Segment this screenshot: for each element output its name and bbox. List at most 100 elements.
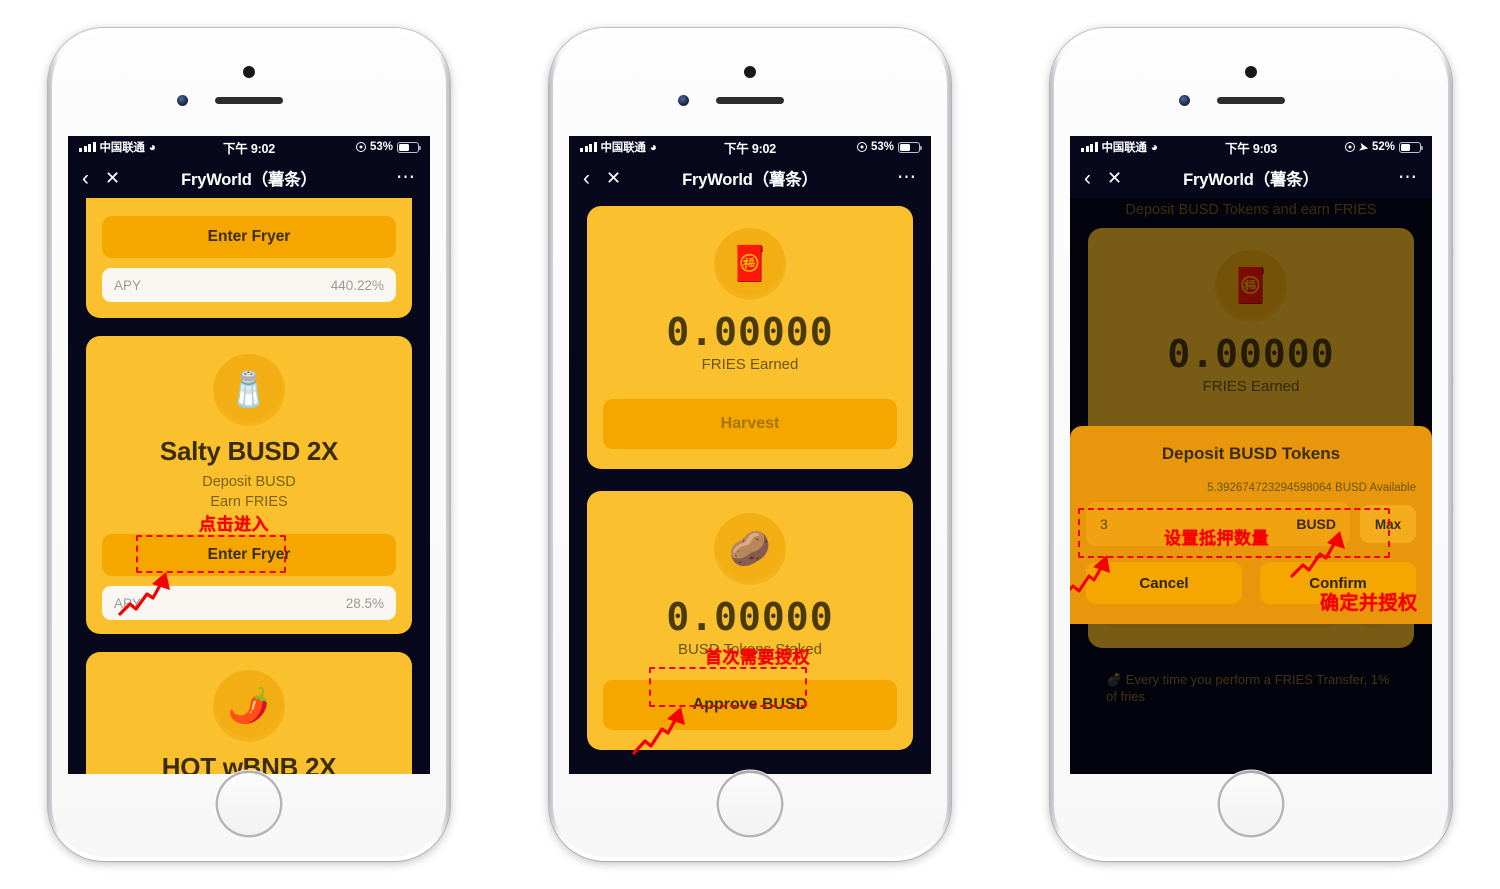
card-fries-earned: 🧧 0.00000 FRIES Earned Harvest xyxy=(587,206,913,469)
wifi-icon: ◕ xyxy=(649,140,657,154)
home-button[interactable] xyxy=(218,773,280,835)
home-button[interactable] xyxy=(719,773,781,835)
apy-bar-top: APY 440.22% xyxy=(102,268,396,302)
busd-staked-amount: 0.00000 xyxy=(666,595,834,639)
battery-icon xyxy=(1399,141,1423,153)
camera-icon xyxy=(1245,66,1257,78)
annotation-enter-fryer: 点击进入 xyxy=(199,515,269,534)
location-arrow-icon: ➤ xyxy=(1357,140,1370,155)
annotation-approve: 首次需要授权 xyxy=(705,648,810,667)
home-button[interactable] xyxy=(1220,773,1282,835)
status-right: 53% xyxy=(355,141,421,153)
phone-3-screen: 中国联通 ◕ 下午 9:03 ➤ 52% ‹ ✕ FryWorld（薯条） ⋯ … xyxy=(1070,136,1432,774)
apy-bar-salty: APY 28.5% xyxy=(102,586,396,621)
alarm-icon xyxy=(1344,142,1355,152)
page-title: FryWorld（薯条） xyxy=(682,171,818,189)
status-left: 中国联通 ◕ xyxy=(580,139,657,155)
phone-2-content: 🧧 0.00000 FRIES Earned Harvest 🥔 0.00000… xyxy=(569,198,931,774)
deposit-amount-value: 3 xyxy=(1100,516,1108,532)
chevron-left-icon[interactable]: ‹ xyxy=(583,168,590,189)
phone-1: 中国联通 ◕ 下午 9:02 53% ‹ ✕ FryWorld（薯条） ⋯ En… xyxy=(48,28,450,861)
status-left: 中国联通 ◕ xyxy=(79,139,156,155)
close-icon[interactable]: ✕ xyxy=(105,169,120,187)
chili-pepper-icon: 🌶️ xyxy=(213,670,285,743)
carrier-label: 中国联通 xyxy=(600,142,646,154)
card-scroll-list[interactable]: 🧧 0.00000 FRIES Earned Harvest 🥔 0.00000… xyxy=(569,198,931,755)
modal-title: Deposit BUSD Tokens xyxy=(1161,444,1341,463)
nav-bar: ‹ ✕ FryWorld（薯条） ⋯ xyxy=(68,158,430,198)
fries-earned-amount: 0.00000 xyxy=(666,310,834,354)
sensor-icon xyxy=(177,95,188,106)
phone-2: 中国联通 ◕ 下午 9:02 53% ‹ ✕ FryWorld（薯条） ⋯ 🧧 … xyxy=(549,28,951,861)
battery-icon xyxy=(898,141,922,153)
card-hot-wbnb: 🌶️ HOT wBNB 2X Deposit WBNB xyxy=(86,652,412,774)
card-partial-top: Enter Fryer APY 440.22% xyxy=(86,198,412,318)
sensor-icon xyxy=(678,95,689,106)
battery-percent: 52% xyxy=(1371,141,1395,153)
approve-busd-button[interactable]: Approve BUSD xyxy=(603,680,897,730)
phone-2-body: 中国联通 ◕ 下午 9:02 53% ‹ ✕ FryWorld（薯条） ⋯ 🧧 … xyxy=(553,32,947,857)
modal-available-balance: 5.392674723294598064 BUSD Available xyxy=(1207,482,1416,494)
enter-fryer-button[interactable]: Enter Fryer xyxy=(102,534,396,577)
phone-3: 中国联通 ◕ 下午 9:03 ➤ 52% ‹ ✕ FryWorld（薯条） ⋯ … xyxy=(1050,28,1452,861)
more-dots-icon[interactable]: ⋯ xyxy=(1398,168,1418,188)
status-right: 53% xyxy=(856,141,922,153)
enter-fryer-button-top[interactable]: Enter Fryer xyxy=(102,216,396,258)
close-icon[interactable]: ✕ xyxy=(606,169,621,187)
signal-bars-icon xyxy=(1081,142,1098,152)
camera-icon xyxy=(243,66,255,78)
speaker-grille xyxy=(716,97,784,104)
max-button[interactable]: Max xyxy=(1360,505,1416,543)
carrier-label: 中国联通 xyxy=(1101,142,1147,154)
nav-bar: ‹ ✕ FryWorld（薯条） ⋯ xyxy=(569,158,931,198)
speaker-grille xyxy=(1217,97,1285,104)
speaker-grille xyxy=(215,97,283,104)
phone-1-screen: 中国联通 ◕ 下午 9:02 53% ‹ ✕ FryWorld（薯条） ⋯ En… xyxy=(68,136,430,774)
page-title: FryWorld（薯条） xyxy=(1183,171,1319,189)
chevron-left-icon[interactable]: ‹ xyxy=(82,168,89,189)
card-title-hot: HOT wBNB 2X xyxy=(161,752,337,774)
fries-earned-label: FRIES Earned xyxy=(701,356,799,373)
salt-shaker-icon: 🧂 xyxy=(213,354,285,426)
deposit-amount-unit: BUSD xyxy=(1296,516,1336,532)
card-sub-line2: Earn FRIES xyxy=(210,493,288,510)
wifi-icon: ◕ xyxy=(148,140,156,154)
battery-percent: 53% xyxy=(870,141,894,153)
close-icon[interactable]: ✕ xyxy=(1107,169,1122,187)
annotation-confirm-authorize: 确定并授权 xyxy=(1320,593,1418,614)
status-bar: 中国联通 ◕ 下午 9:02 53% xyxy=(569,136,931,158)
more-dots-icon[interactable]: ⋯ xyxy=(897,168,917,188)
status-bar: 中国联通 ◕ 下午 9:02 53% xyxy=(68,136,430,158)
camera-icon xyxy=(744,66,756,78)
harvest-button[interactable]: Harvest xyxy=(603,399,897,449)
phone-1-content: Enter Fryer APY 440.22% 🧂 Salty BUSD 2X … xyxy=(68,198,430,774)
carrier-label: 中国联通 xyxy=(99,142,145,154)
annotation-set-amount: 设置抵押数量 xyxy=(1164,529,1269,548)
status-bar: 中国联通 ◕ 下午 9:03 ➤ 52% xyxy=(1070,136,1432,158)
card-title-salty: Salty BUSD 2X xyxy=(159,436,339,466)
phone-3-content: Deposit BUSD Tokens and earn FRIES 🧧 0.0… xyxy=(1070,198,1432,774)
battery-percent: 53% xyxy=(369,141,393,153)
card-scroll-list[interactable]: Enter Fryer APY 440.22% 🧂 Salty BUSD 2X … xyxy=(68,198,430,774)
chevron-left-icon[interactable]: ‹ xyxy=(1084,168,1091,189)
wifi-icon: ◕ xyxy=(1150,140,1158,154)
signal-bars-icon xyxy=(580,142,597,152)
more-dots-icon[interactable]: ⋯ xyxy=(396,168,416,188)
status-left: 中国联通 ◕ xyxy=(1081,139,1158,155)
apy-value-salty: 28.5% xyxy=(345,595,384,611)
apy-label-salty: APY xyxy=(114,595,142,611)
card-subtitle-salty: Deposit BUSD Earn FRIES xyxy=(102,473,396,512)
battery-icon xyxy=(397,141,421,153)
card-busd-staked: 🥔 0.00000 BUSD Tokens Staked 首次需要授权 Appr… xyxy=(587,491,913,755)
sensor-icon xyxy=(1179,95,1190,106)
apy-label: APY xyxy=(114,277,142,293)
alarm-icon xyxy=(355,142,366,152)
signal-bars-icon xyxy=(79,142,96,152)
red-envelope-icon: 🧧 xyxy=(714,228,786,300)
page-title: FryWorld（薯条） xyxy=(181,171,317,189)
cancel-button[interactable]: Cancel xyxy=(1086,562,1242,604)
potato-icon: 🥔 xyxy=(714,513,786,585)
screenshot-stage: 中国联通 ◕ 下午 9:02 53% ‹ ✕ FryWorld（薯条） ⋯ En… xyxy=(0,0,1500,889)
card-sub-line1: Deposit BUSD xyxy=(202,474,296,490)
alarm-icon xyxy=(856,142,867,152)
